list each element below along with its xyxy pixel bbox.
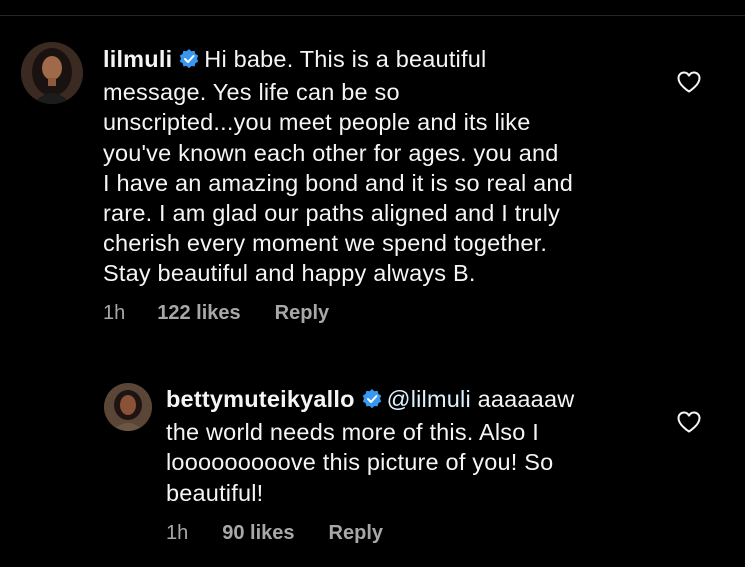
heart-outline-icon[interactable]	[676, 70, 702, 94]
comment-line: rare. I am glad our paths aligned and I …	[103, 200, 561, 227]
comment-line: the world needs more of this. Also I	[166, 419, 539, 446]
avatar[interactable]	[21, 42, 83, 104]
mention-link[interactable]: @lilmuli	[387, 386, 471, 412]
comment-line: you've known each other for ages. you an…	[103, 139, 559, 166]
likes-count[interactable]: 90 likes	[222, 522, 294, 545]
heart-outline-icon[interactable]	[676, 410, 702, 434]
comment-line: unscripted...you meet people and its lik…	[103, 109, 531, 136]
verified-badge-icon	[361, 387, 383, 417]
avatar[interactable]	[104, 383, 152, 431]
reply-button[interactable]: Reply	[275, 302, 329, 325]
comment-line: cherish every moment we spend together.	[103, 230, 548, 257]
verified-badge-icon	[178, 47, 200, 77]
comment-line: Stay beautiful and happy always B.	[103, 260, 476, 287]
reply-button[interactable]: Reply	[329, 522, 383, 545]
timestamp: 1h	[103, 302, 126, 324]
comment-meta: 1h 122 likes Reply	[103, 302, 329, 325]
comment-text: bettymuteikyallo @lilmuli aaaaaaw the wor…	[166, 384, 666, 508]
likes-count[interactable]: 122 likes	[157, 302, 240, 325]
comment-text: lilmuli Hi babe. This is a beautiful mess…	[103, 44, 663, 289]
comment-line: message. Yes life can be so	[103, 79, 400, 106]
username[interactable]: bettymuteikyallo	[166, 386, 355, 412]
comment-line: I have an amazing bond and it is so real…	[103, 169, 573, 196]
comment-line: Hi babe. This is a beautiful	[204, 46, 487, 72]
comment-meta: 1h 90 likes Reply	[166, 522, 383, 545]
comment-line: looooooooove this picture of you! So	[166, 449, 554, 476]
comment-line: aaaaaaw	[470, 386, 575, 412]
comment-line: beautiful!	[166, 479, 264, 506]
username[interactable]: lilmuli	[103, 46, 172, 72]
timestamp: 1h	[166, 522, 189, 544]
top-divider	[0, 15, 745, 16]
